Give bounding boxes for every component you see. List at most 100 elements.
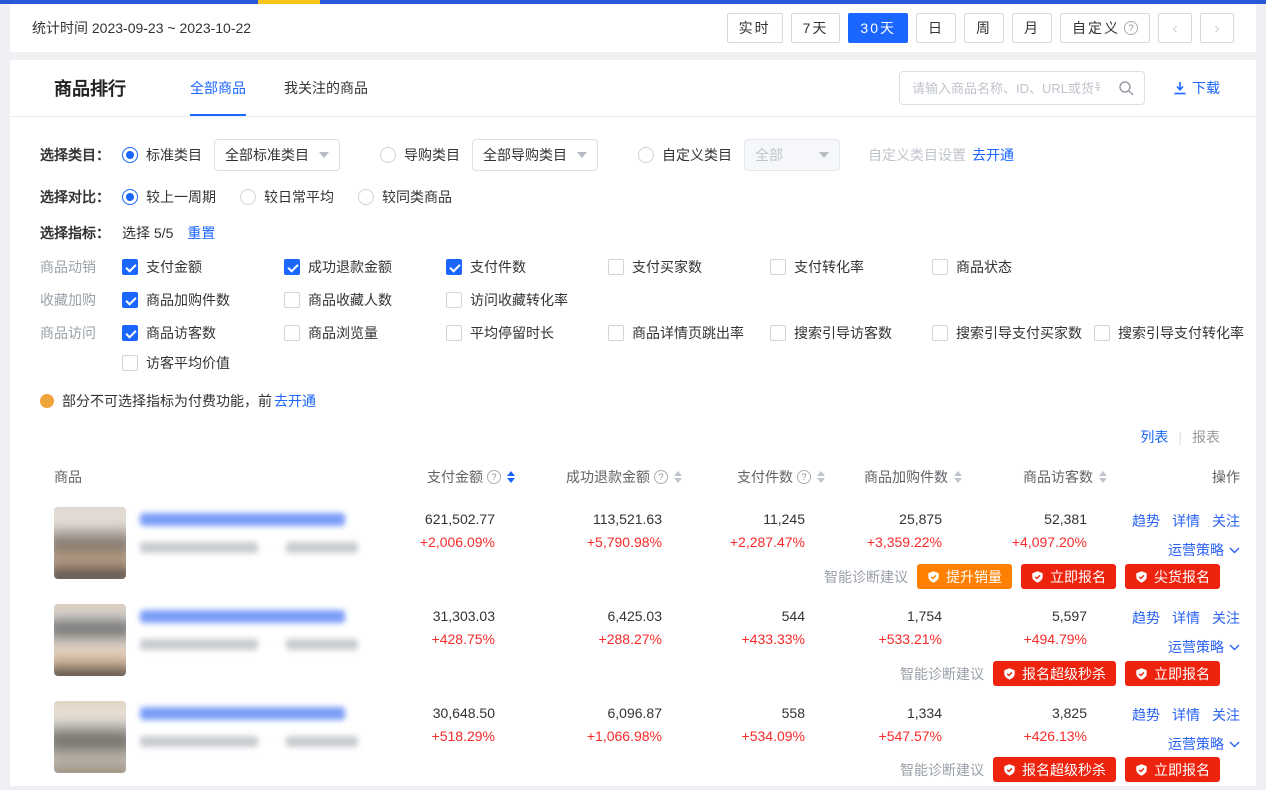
range-week-button[interactable]: 周: [964, 13, 1004, 43]
prev-period-button[interactable]: ‹: [1158, 13, 1192, 43]
product-meta: [140, 701, 358, 789]
standard-category-select[interactable]: 全部标准类目: [214, 139, 340, 171]
view-report-button[interactable]: 报表: [1192, 427, 1220, 447]
next-period-button[interactable]: ›: [1200, 13, 1234, 43]
checkbox-icon: [284, 325, 300, 341]
column-header-pay-amount[interactable]: 支付金额 ?: [354, 467, 515, 487]
sort-icon[interactable]: [1099, 471, 1107, 483]
sort-icon[interactable]: [674, 471, 682, 483]
radio-icon: [638, 147, 654, 163]
metric-checkbox[interactable]: 支付金额: [122, 257, 284, 277]
metric-checkbox[interactable]: 商品浏览量: [284, 323, 446, 343]
category-filter-label: 选择类目：: [40, 145, 122, 165]
metric-checkbox[interactable]: 搜索引导支付买家数: [932, 323, 1094, 343]
notice-activate-link[interactable]: 去开通: [274, 391, 316, 411]
product-id-blurred: [140, 736, 358, 747]
strategy-dropdown[interactable]: 运营策略: [1168, 734, 1240, 754]
help-icon: ?: [1124, 21, 1138, 35]
badge-flash-sale-signup[interactable]: 报名超级秒杀: [993, 757, 1116, 782]
radio-guide-category[interactable]: 导购类目: [380, 145, 460, 165]
strategy-dropdown[interactable]: 运营策略: [1168, 540, 1240, 560]
metric-checkbox[interactable]: 搜索引导访客数: [770, 323, 932, 343]
radio-vs-similar-products[interactable]: 较同类商品: [358, 187, 452, 207]
strategy-dropdown[interactable]: 运营策略: [1168, 637, 1240, 657]
badge-boost-sales[interactable]: 提升销量: [917, 564, 1012, 589]
trend-link[interactable]: 趋势: [1132, 608, 1160, 628]
top-accent-bar: [0, 0, 1266, 4]
metrics-reset-link[interactable]: 重置: [187, 223, 215, 243]
product-image[interactable]: [54, 604, 126, 676]
badge-signup-now[interactable]: 立即报名: [1021, 564, 1116, 589]
follow-link[interactable]: 关注: [1212, 511, 1240, 531]
metric-checkbox[interactable]: 访客平均价值: [122, 353, 230, 373]
metrics-filter-row: 选择指标： 选择 5/5 重置: [40, 223, 1220, 243]
column-header-cart-items[interactable]: 商品加购件数: [825, 467, 962, 487]
trend-link[interactable]: 趋势: [1132, 705, 1160, 725]
view-list-button[interactable]: 列表: [1140, 427, 1168, 447]
product-image[interactable]: [54, 507, 126, 579]
metric-checkbox[interactable]: 支付件数: [446, 257, 608, 277]
column-header-refund-amount[interactable]: 成功退款金额 ?: [515, 467, 682, 487]
range-30day-button[interactable]: 30天: [848, 13, 908, 43]
chevron-down-icon: [577, 152, 587, 158]
activate-category-link[interactable]: 去开通: [972, 145, 1014, 165]
metric-checkbox[interactable]: 搜索引导支付转化率: [1094, 323, 1244, 343]
metric-checkbox[interactable]: 商品收藏人数: [284, 290, 446, 310]
compare-filter-row: 选择对比： 较上一周期 较日常平均 较同类商品: [40, 187, 1220, 207]
badge-signup-now[interactable]: 立即报名: [1125, 661, 1220, 686]
range-month-button[interactable]: 月: [1012, 13, 1052, 43]
download-icon: [1173, 81, 1187, 95]
column-header-visitors[interactable]: 商品访客数: [962, 467, 1107, 487]
sort-icon[interactable]: [954, 471, 962, 483]
product-name-blurred[interactable]: [140, 610, 345, 623]
radio-standard-category[interactable]: 标准类目: [122, 145, 202, 165]
search-icon[interactable]: [1118, 80, 1134, 96]
follow-link[interactable]: 关注: [1212, 608, 1240, 628]
radio-vs-previous-period[interactable]: 较上一周期: [122, 187, 216, 207]
follow-link[interactable]: 关注: [1212, 705, 1240, 725]
range-day-button[interactable]: 日: [916, 13, 956, 43]
checkbox-icon: [122, 325, 138, 341]
metric-group-sales: 商品动销 支付金额 成功退款金额 支付件数 支付买家数 支付转化率 商品状态: [40, 257, 1220, 277]
radio-vs-daily-average[interactable]: 较日常平均: [240, 187, 334, 207]
search-input[interactable]: [900, 73, 1100, 103]
metric-checkbox[interactable]: 平均停留时长: [446, 323, 608, 343]
detail-link[interactable]: 详情: [1172, 608, 1200, 628]
time-range-group: 实时 7天 30天 日 周 月 自定义 ? ‹ ›: [727, 13, 1234, 43]
tab-bar: 全部商品 我关注的商品: [190, 60, 368, 116]
sort-icon[interactable]: [507, 471, 515, 483]
badge-signup-now[interactable]: 立即报名: [1125, 757, 1220, 782]
tab-all-products[interactable]: 全部商品: [190, 60, 246, 116]
range-7day-button[interactable]: 7天: [791, 13, 841, 43]
product-name-blurred[interactable]: [140, 513, 345, 526]
metric-checkbox[interactable]: 访问收藏转化率: [446, 290, 568, 310]
metric-checkbox[interactable]: 商品状态: [932, 257, 1012, 277]
sort-icon[interactable]: [817, 471, 825, 483]
trend-link[interactable]: 趋势: [1132, 511, 1160, 531]
download-button[interactable]: 下载: [1173, 78, 1220, 98]
product-name-blurred[interactable]: [140, 707, 345, 720]
detail-link[interactable]: 详情: [1172, 705, 1200, 725]
metric-checkbox[interactable]: 支付买家数: [608, 257, 770, 277]
detail-link[interactable]: 详情: [1172, 511, 1200, 531]
metric-checkbox[interactable]: 商品访客数: [122, 323, 284, 343]
radio-custom-category[interactable]: 自定义类目: [638, 145, 732, 165]
checkbox-icon: [608, 325, 624, 341]
range-custom-button[interactable]: 自定义 ?: [1060, 13, 1150, 43]
view-switch: 列表 | 报表: [10, 411, 1256, 447]
badge-flash-sale-signup[interactable]: 报名超级秒杀: [993, 661, 1116, 686]
column-header-pay-items[interactable]: 支付件数 ?: [682, 467, 825, 487]
metric-checkbox[interactable]: 商品加购件数: [122, 290, 284, 310]
page-title: 商品排行: [54, 75, 126, 101]
radio-icon: [358, 189, 374, 205]
help-icon: ?: [797, 470, 811, 484]
tab-followed-products[interactable]: 我关注的商品: [284, 60, 368, 116]
metric-checkbox[interactable]: 成功退款金额: [284, 257, 446, 277]
badge-top-goods-signup[interactable]: 尖货报名: [1125, 564, 1220, 589]
product-image[interactable]: [54, 701, 126, 773]
compare-filter-label: 选择对比：: [40, 187, 122, 207]
guide-category-select[interactable]: 全部导购类目: [472, 139, 598, 171]
metric-checkbox[interactable]: 商品详情页跳出率: [608, 323, 770, 343]
metric-checkbox[interactable]: 支付转化率: [770, 257, 932, 277]
range-realtime-button[interactable]: 实时: [727, 13, 783, 43]
